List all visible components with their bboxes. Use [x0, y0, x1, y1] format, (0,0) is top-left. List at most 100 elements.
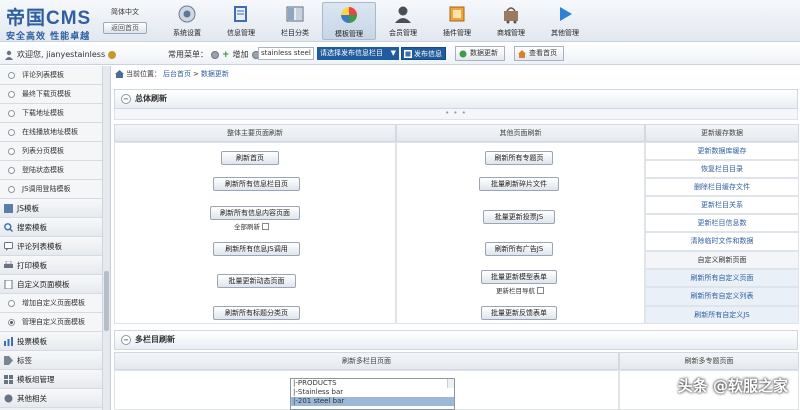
- refresh-all-ad-js-button[interactable]: 刷新所有广告JS: [485, 242, 553, 256]
- sidebar-item[interactable]: JS调用登陆模板: [0, 180, 110, 199]
- common-menu-label: 常用菜单：: [168, 50, 208, 59]
- nav-label: 会员管理: [389, 29, 417, 37]
- refresh-all-custom-lists-link[interactable]: 刷新所有自定义列表: [645, 287, 799, 306]
- column-header-multi-topic: 刷新多专题页面: [619, 352, 799, 370]
- nav-other-manage[interactable]: 其他管理: [538, 2, 592, 40]
- column-listbox[interactable]: |-PRODUCTS |-Stainless bar |-201 steel b…: [290, 378, 455, 410]
- refresh-all-column-pages-button[interactable]: 刷新所有信息栏目页: [213, 177, 300, 191]
- model-checkbox[interactable]: [537, 286, 544, 294]
- refresh-home-button[interactable]: 刷新首页: [221, 151, 279, 165]
- sidebar-group-print[interactable]: 打印模板: [0, 256, 110, 275]
- cache-link-clear-temp[interactable]: 清除临时文件和数据: [645, 232, 799, 251]
- comment-icon: [4, 242, 13, 251]
- sidebar-item[interactable]: 增加自定义页面模板: [0, 294, 110, 313]
- batch-update-feedback-form-button[interactable]: 批量更新反馈表单: [481, 306, 557, 320]
- refresh-all-js-button[interactable]: 刷新所有信息JS调用: [213, 242, 300, 256]
- collapse-icon[interactable]: −: [121, 94, 131, 104]
- data-update-button[interactable]: 数据更新: [455, 46, 505, 61]
- back-home-button[interactable]: 返回首页: [103, 22, 147, 34]
- publish-button[interactable]: 发布信息: [401, 47, 446, 60]
- nav-template-manage[interactable]: 模板管理: [322, 2, 376, 40]
- cache-link-db[interactable]: 更新数据库缓存: [645, 142, 799, 160]
- template-manage-icon: [341, 7, 357, 23]
- sidebar-group-search[interactable]: 搜索模板: [0, 218, 110, 237]
- sidebar-scroll-thumb[interactable]: [104, 271, 109, 331]
- language-label[interactable]: 简体中文: [103, 7, 147, 17]
- nav-system-settings[interactable]: 系统设置: [160, 2, 214, 40]
- sidebar-item[interactable]: 列表分页模板: [0, 142, 110, 161]
- top-header: 帝国CMS 安全高效 性能卓越 简体中文 返回首页 系统设置 信息管理 栏目分类…: [0, 0, 800, 42]
- top-nav: 系统设置 信息管理 栏目分类 模板管理 会员管理 插件管理 商城管理 其他管理: [160, 2, 592, 40]
- sub-toolbar: 欢迎您, jianyestainless 常用菜单： + 增加 stainles…: [0, 43, 800, 65]
- logo: 帝国CMS 安全高效 性能卓越: [6, 3, 91, 42]
- section-multi-column-refresh: − 多栏目刷新: [114, 330, 798, 350]
- nav-info-manage[interactable]: 信息管理: [214, 2, 268, 40]
- listbox-scrollbar[interactable]: [447, 379, 454, 388]
- batch-refresh-fragment-button[interactable]: 批量刷新碎片文件: [479, 177, 559, 191]
- batch-update-vote-js-button[interactable]: 批量更新投票JS: [483, 210, 555, 224]
- column-header-other-pages: 其他页面刷新: [396, 124, 645, 142]
- cache-link-column-count[interactable]: 更新栏目信息数: [645, 214, 799, 232]
- radio-icon: [8, 148, 15, 155]
- sidebar-group-comment[interactable]: 评论列表模板: [0, 237, 110, 256]
- sidebar-item-label: 管理自定义页面模板: [22, 318, 85, 326]
- sidebar-group-template-group[interactable]: 模板组管理: [0, 370, 110, 389]
- refresh-all-topic-button[interactable]: 刷新所有专题页: [485, 151, 553, 165]
- js-template-icon: [4, 204, 13, 213]
- sidebar-group-label: 评论列表模板: [17, 242, 62, 251]
- column-header-cache: 更新缓存数据: [645, 124, 799, 142]
- sidebar-item[interactable]: 评论列表模板: [0, 66, 110, 85]
- list-option-selected[interactable]: |-201 steel bar: [291, 397, 454, 406]
- sidebar-item[interactable]: 在线播放地址模板: [0, 123, 110, 142]
- section-splitter[interactable]: • • •: [114, 109, 798, 120]
- column-select[interactable]: 请选择发布信息栏目 ▼: [317, 47, 399, 60]
- column-category-icon: [286, 6, 304, 22]
- batch-update-model-form-button[interactable]: 批量更新模型表单: [481, 270, 557, 284]
- refresh-icon: [459, 50, 467, 58]
- cache-link-column-relation[interactable]: 更新栏目关系: [645, 196, 799, 214]
- sidebar-item[interactable]: 登陆状态模板: [0, 161, 110, 180]
- refresh-all-content-pages-button[interactable]: 刷新所有信息内容页面: [210, 206, 300, 220]
- nav-member-manage[interactable]: 会员管理: [376, 2, 430, 40]
- gear-icon[interactable]: [211, 50, 219, 59]
- sidebar-item-label: 评论列表模板: [22, 71, 64, 79]
- sidebar-group-other[interactable]: 其他相关: [0, 389, 110, 408]
- refresh-all-custom-js-link[interactable]: 刷新所有自定义JS: [645, 306, 799, 324]
- column-header-main-pages: 整体主要页面刷新: [114, 124, 396, 142]
- list-option[interactable]: |-PRODUCTS: [291, 379, 454, 388]
- refresh-all-custom-pages-link[interactable]: 刷新所有自定义页面: [645, 269, 799, 287]
- sidebar-group-custom-page[interactable]: 自定义页面模板: [0, 275, 110, 294]
- nav-column-category[interactable]: 栏目分类: [268, 2, 322, 40]
- refresh-title-category-button[interactable]: 刷新所有标题分类页: [213, 306, 300, 320]
- sidebar-item[interactable]: 下载地址模板: [0, 104, 110, 123]
- full-refresh-checkbox[interactable]: [262, 222, 269, 230]
- section-overall-refresh: − 总体刷新: [114, 89, 798, 109]
- nav-shop-manage[interactable]: 商城管理: [484, 2, 538, 40]
- full-refresh-label: 全部刷新: [234, 223, 260, 231]
- search-input[interactable]: stainless steel sheet: [258, 47, 314, 60]
- data-update-label: 数据更新: [470, 49, 498, 57]
- list-option[interactable]: |-Stainless bar: [291, 388, 454, 397]
- sidebar-group-vote[interactable]: 投票模板: [0, 332, 110, 351]
- sidebar-group-js[interactable]: JS模板: [0, 199, 110, 218]
- nav-plugin-manage[interactable]: 插件管理: [430, 2, 484, 40]
- welcome-text: 欢迎您, jianyestainless: [17, 50, 106, 59]
- sidebar-item[interactable]: 最终下载页模板: [0, 85, 110, 104]
- nav-label: 插件管理: [443, 29, 471, 37]
- cache-link-delete-column-cache[interactable]: 删除栏目缓存文件: [645, 178, 799, 196]
- add-link[interactable]: 增加: [233, 49, 249, 60]
- radio-icon: [8, 72, 15, 79]
- sidebar-item-selected[interactable]: 管理自定义页面模板: [0, 313, 110, 332]
- view-home-label: 查看首页: [529, 49, 557, 57]
- breadcrumb-current[interactable]: 数据更新: [201, 69, 229, 79]
- sidebar-group-tag[interactable]: 标签: [0, 351, 110, 370]
- sidebar-scrollbar[interactable]: [102, 66, 110, 410]
- batch-update-dynamic-button[interactable]: 批量更新动态页面: [217, 274, 296, 288]
- collapse-icon[interactable]: −: [121, 335, 131, 345]
- sidebar-group-label: JS模板: [17, 204, 39, 213]
- view-home-button[interactable]: 查看首页: [514, 46, 564, 61]
- cache-link-restore-dir[interactable]: 恢复栏目目录: [645, 160, 799, 178]
- breadcrumb-home-link[interactable]: 后台首页: [163, 69, 191, 79]
- sidebar-group-label: 模板组管理: [17, 375, 55, 384]
- settings-icon[interactable]: [108, 50, 117, 59]
